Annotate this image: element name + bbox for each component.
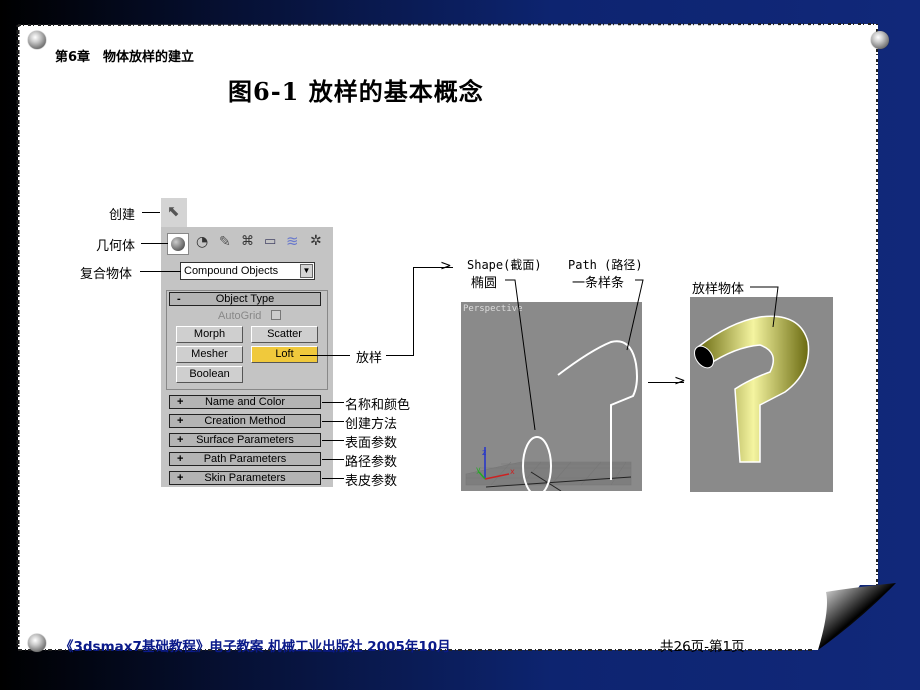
rollout-label: Path Parameters (203, 453, 287, 465)
systems-icon[interactable]: ✲ (310, 233, 322, 249)
viewport-leader-lines (505, 279, 644, 430)
page-counter: 共26页-第1页 (660, 639, 745, 655)
pin-top-left-icon (28, 31, 46, 49)
leader-line (142, 212, 160, 213)
leader-line (322, 478, 344, 479)
leader-line (322, 421, 344, 422)
chapter-heading: 第6章 物体放样的建立 (55, 50, 195, 65)
leader-line (322, 440, 344, 441)
callout-creation-method: 创建方法 (345, 417, 398, 432)
rollout-label: Name and Color (204, 396, 286, 408)
leader-line (300, 355, 350, 356)
rollout-skin-parameters[interactable]: + Skin Parameters (169, 471, 321, 485)
leader-line (322, 459, 344, 460)
helpers-icon[interactable]: ▭ (264, 234, 276, 249)
callout-create: 创建 (109, 208, 136, 223)
rollout-name-and-color[interactable]: + Name and Color (169, 395, 321, 409)
shapes-icon[interactable]: ◔ (196, 234, 208, 250)
dropdown-value: Compound Objects (184, 265, 279, 277)
geometry-button[interactable] (167, 233, 189, 255)
morph-button[interactable]: Morph (176, 326, 243, 343)
autogrid-label: AutoGrid (218, 310, 262, 322)
mesher-button[interactable]: Mesher (176, 346, 243, 363)
geometry-sphere-icon (171, 237, 185, 251)
leader-line (413, 267, 414, 356)
chevron-down-icon[interactable]: ▼ (300, 264, 313, 278)
create-cursor-icon: ⬉ (167, 202, 180, 220)
pin-top-right-icon (871, 31, 889, 49)
callout-surface-params: 表面参数 (345, 436, 398, 451)
x-axis-label: x (510, 467, 515, 476)
rollout-label: Object Type (215, 293, 275, 305)
rollout-label: Creation Method (204, 415, 286, 427)
rollout-path-parameters[interactable]: + Path Parameters (169, 452, 321, 466)
callout-loft-object: 放样物体 (692, 282, 745, 297)
callout-path-params: 路径参数 (345, 455, 398, 470)
page-curl (818, 583, 896, 650)
spacewarps-icon[interactable]: ≋ (286, 232, 299, 250)
callout-loft: 放样 (356, 351, 383, 366)
scatter-button[interactable]: Scatter (251, 326, 318, 343)
rollout-surface-parameters[interactable]: + Surface Parameters (169, 433, 321, 447)
figure-title: 图6-1 放样的基本概念 (228, 77, 484, 106)
leader-line (141, 243, 168, 244)
pin-bottom-left-icon (28, 634, 46, 652)
category-dropdown[interactable]: Compound Objects ▼ (180, 262, 315, 280)
callout-geometry: 几何体 (96, 239, 136, 254)
z-axis-label: z (482, 448, 486, 457)
callout-skin-params: 表皮参数 (345, 474, 398, 489)
footer-book-info: 《3dsmax7基础教程》电子教案 机械工业出版社 2005年10月 (60, 639, 451, 655)
boolean-button[interactable]: Boolean (176, 366, 243, 383)
cameras-icon[interactable]: ⌘ (241, 234, 254, 249)
rollout-object-type[interactable]: - Object Type (169, 292, 321, 306)
callout-compound: 复合物体 (80, 267, 133, 282)
loft-object-leader (750, 286, 779, 328)
rollout-label: Skin Parameters (204, 472, 286, 484)
y-axis-label: y (476, 465, 481, 474)
loft-tube (697, 315, 810, 463)
create-tab[interactable]: ⬉ (161, 198, 187, 228)
arrow-right-icon: > (674, 373, 686, 389)
leader-line (140, 271, 181, 272)
rollout-label: Surface Parameters (196, 434, 294, 446)
rollout-creation-method[interactable]: + Creation Method (169, 414, 321, 428)
lights-icon[interactable]: ✎ (219, 234, 231, 250)
autogrid-checkbox[interactable] (271, 310, 281, 320)
leader-line (386, 355, 414, 356)
leader-line (322, 402, 344, 403)
arrow-right-icon: > (440, 258, 452, 274)
callout-name-color: 名称和颜色 (345, 398, 411, 413)
